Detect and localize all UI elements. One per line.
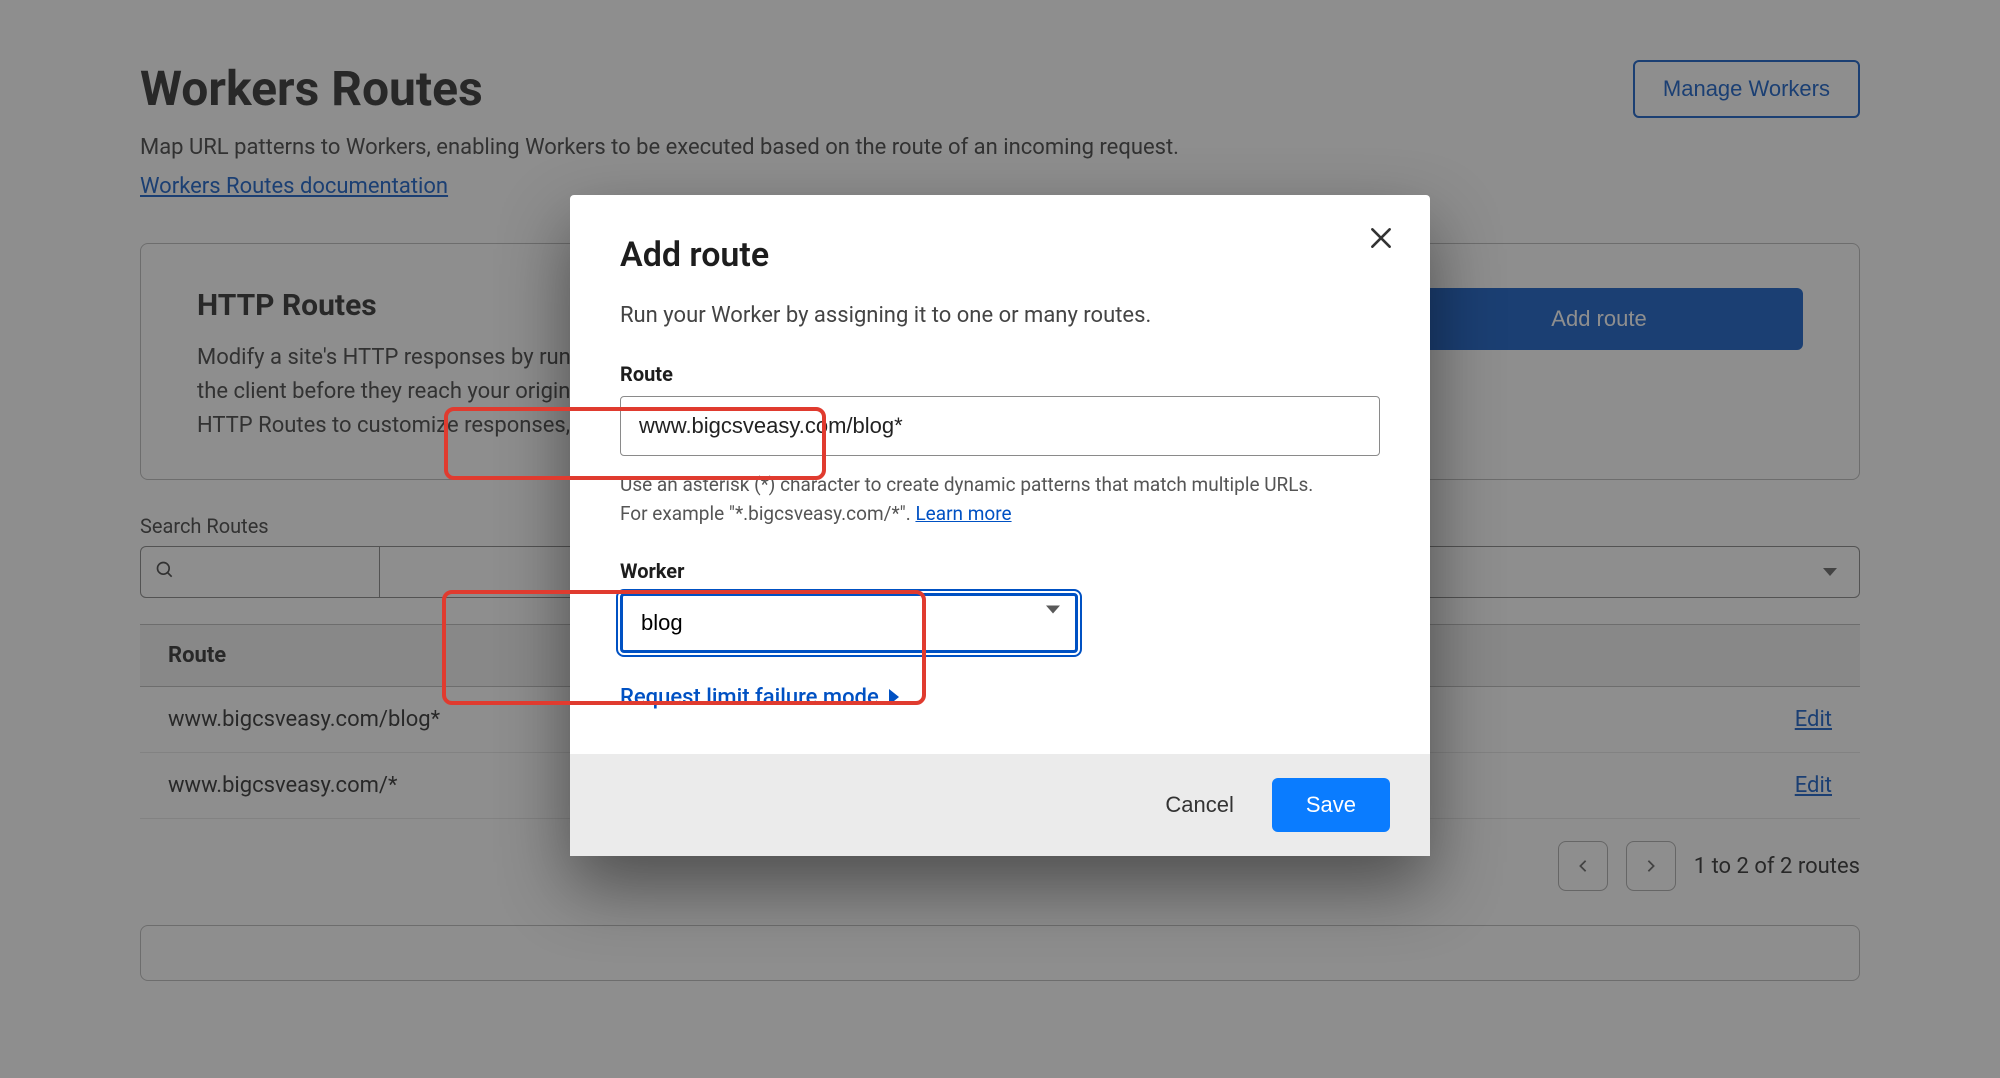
close-icon <box>1368 225 1394 251</box>
close-button[interactable] <box>1362 219 1400 260</box>
learn-more-link[interactable]: Learn more <box>915 502 1011 525</box>
save-button[interactable]: Save <box>1272 778 1390 832</box>
route-help-text: Use an asterisk (*) character to create … <box>620 470 1320 529</box>
cancel-button[interactable]: Cancel <box>1155 780 1243 830</box>
modal-footer: Cancel Save <box>570 754 1430 856</box>
modal-title: Add route <box>620 235 1380 275</box>
modal-overlay: Add route Run your Worker by assigning i… <box>0 0 2000 1078</box>
modal-subtitle: Run your Worker by assigning it to one o… <box>620 303 1380 328</box>
route-label: Route <box>620 362 1380 386</box>
worker-label: Worker <box>620 559 1380 583</box>
request-limit-toggle[interactable]: Request limit failure mode <box>620 685 1380 710</box>
triangle-right-icon <box>889 689 899 705</box>
route-input[interactable] <box>620 396 1380 456</box>
worker-select[interactable]: blog <box>620 593 1078 653</box>
add-route-modal: Add route Run your Worker by assigning i… <box>570 195 1430 856</box>
